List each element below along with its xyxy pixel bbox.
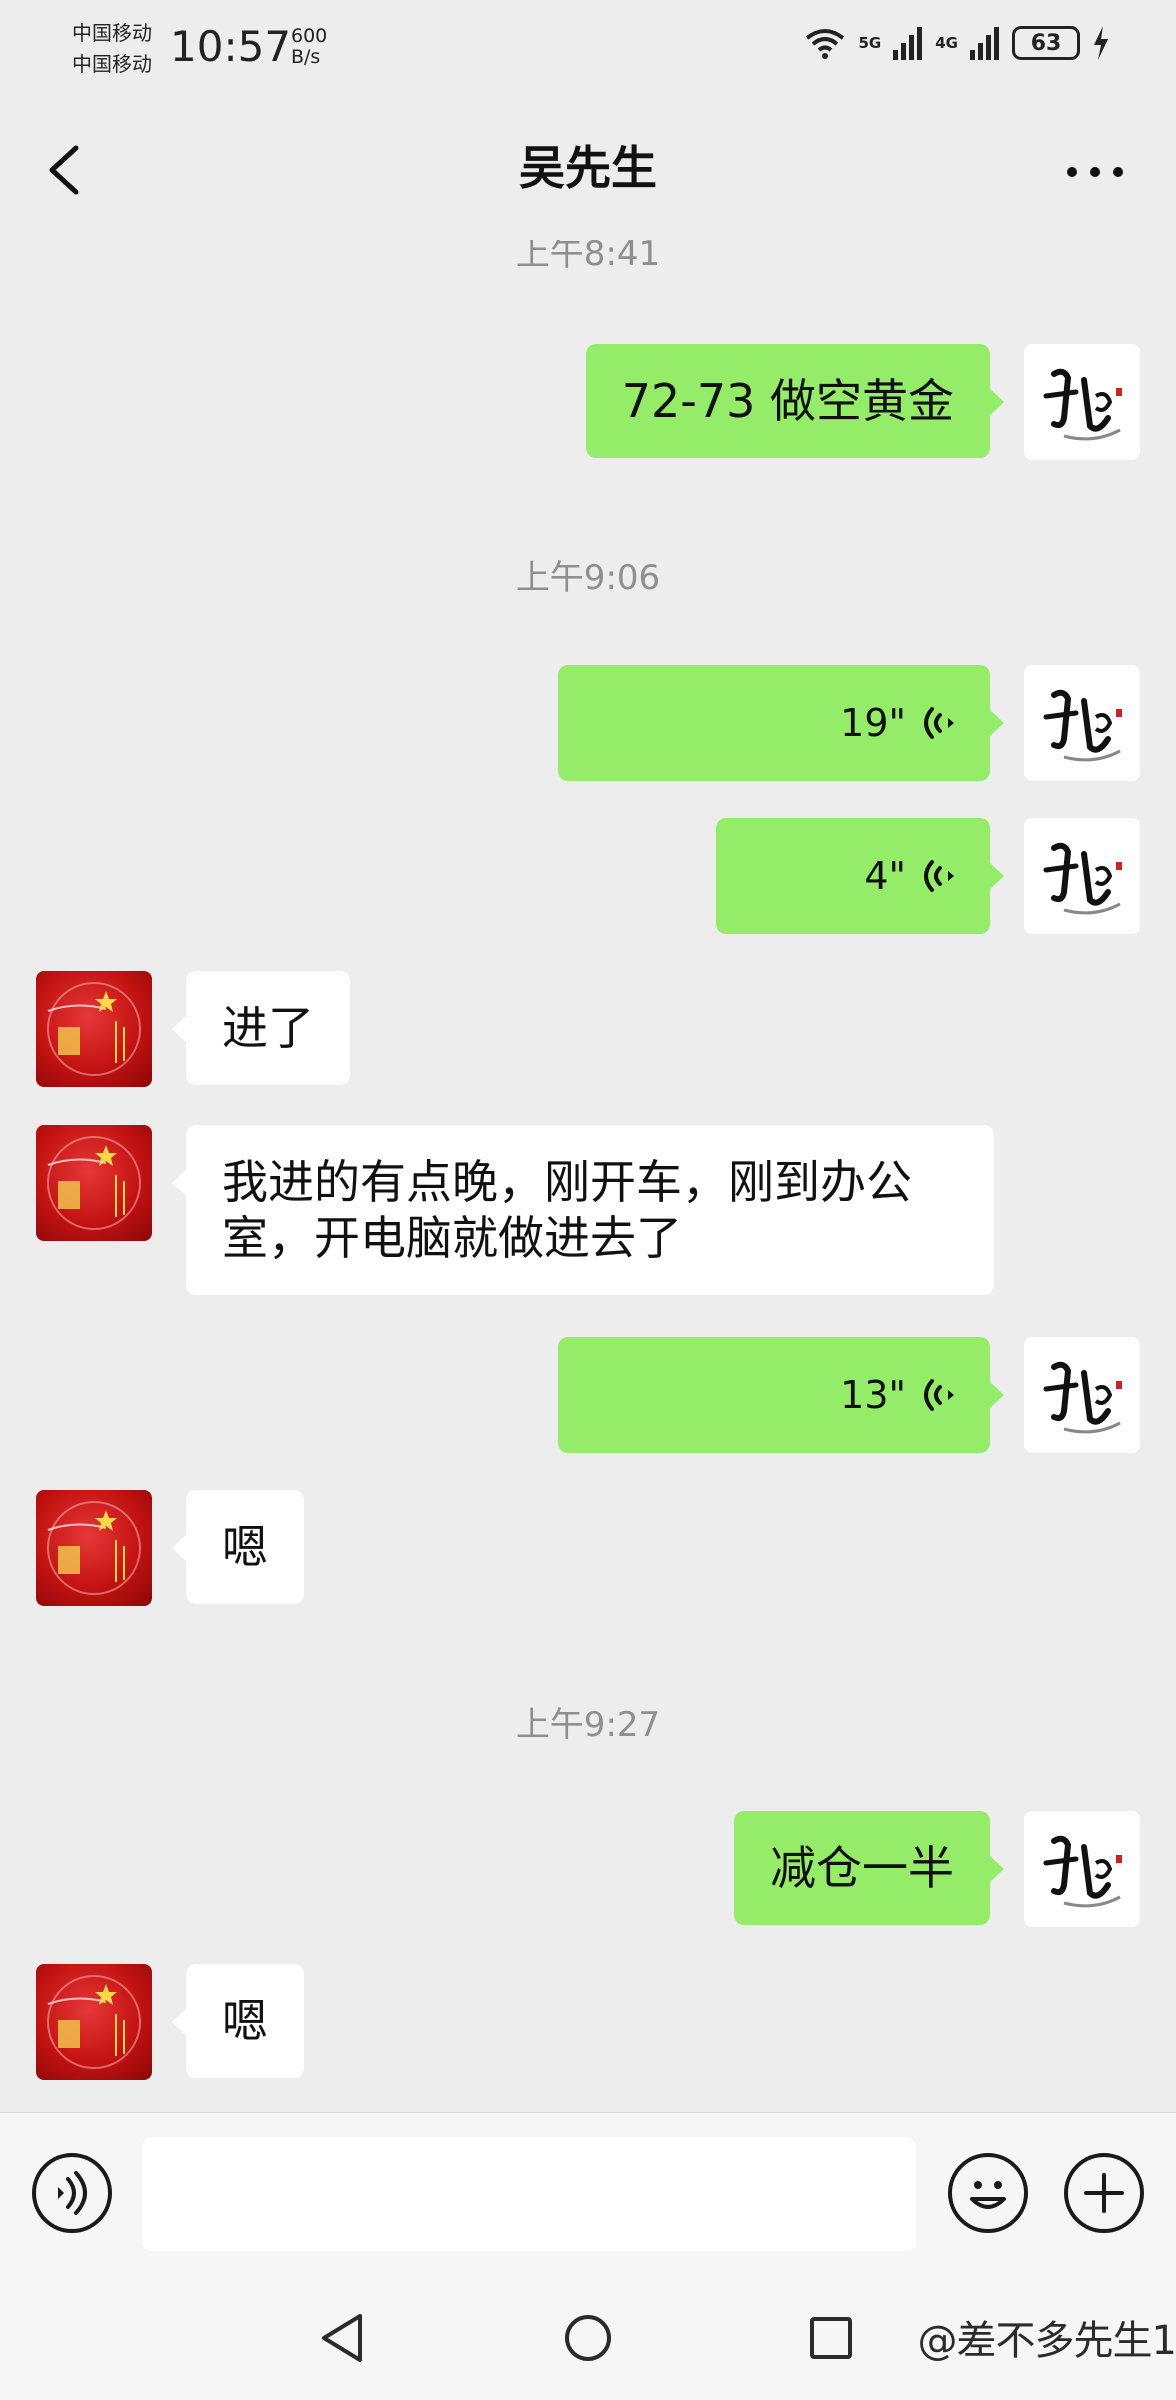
voice-wave-icon: [924, 707, 954, 739]
calligraphy-avatar-icon: [1043, 1835, 1122, 1908]
charging-bolt-icon: [1094, 26, 1108, 60]
net-speed: 600 B/s: [291, 26, 327, 68]
watermark: @差不多先生1: [918, 2308, 1176, 2366]
voice-message-sent[interactable]: 13": [558, 1337, 1004, 1453]
avatar[interactable]: [36, 971, 152, 1087]
status-clock: 10:57: [170, 22, 292, 71]
voice-duration: 4": [864, 854, 906, 898]
watermark-text: @差不多先生1: [917, 2318, 1176, 2364]
voice-mode-icon: [58, 2171, 87, 2215]
calligraphy-avatar-icon: [1043, 368, 1122, 441]
message-bubble-received[interactable]: 嗯: [172, 1964, 304, 2078]
plus-icon: [1084, 2173, 1124, 2213]
system-back-button[interactable]: [316, 2310, 366, 2370]
calligraphy-avatar-icon: [1043, 689, 1122, 762]
net-speed-value: 600: [291, 25, 328, 47]
voice-toggle-button[interactable]: [32, 2153, 112, 2233]
avatar[interactable]: [1024, 665, 1140, 781]
message-bubble-sent[interactable]: 减仓一半: [734, 1811, 1004, 1925]
voice-duration: 19": [840, 701, 906, 745]
calligraphy-avatar-icon: [1043, 842, 1122, 915]
system-home-button[interactable]: [562, 2310, 614, 2370]
message-input[interactable]: [142, 2137, 916, 2251]
triangle-back-icon: [322, 2314, 362, 2362]
message-bubble-received[interactable]: 进了: [172, 971, 350, 1085]
signal-1-label: 5G: [858, 34, 882, 52]
red-emblem-avatar-icon: [47, 982, 141, 1076]
net-speed-unit: B/s: [291, 46, 321, 68]
emoji-button[interactable]: [948, 2153, 1028, 2233]
wifi-icon: [805, 29, 844, 59]
ellipsis-icon: [1067, 167, 1123, 177]
more-options-button[interactable]: [1050, 142, 1140, 202]
system-navigation-bar: @差不多先生1: [0, 2272, 1176, 2400]
status-icons: 5G 4G 63: [803, 26, 1111, 60]
timestamp: 上午9:27: [515, 1705, 661, 1745]
avatar[interactable]: [36, 1964, 152, 2080]
more-actions-button[interactable]: [1064, 2153, 1144, 2233]
signal-bars-icon: [970, 27, 999, 60]
carrier-labels: 中国移动 中国移动: [72, 18, 152, 80]
carrier-label-1: 中国移动: [72, 21, 152, 45]
timestamp: 上午9:06: [515, 558, 661, 598]
avatar[interactable]: [1024, 1811, 1140, 1927]
avatar[interactable]: [1024, 344, 1140, 460]
avatar[interactable]: [36, 1125, 152, 1241]
avatar[interactable]: [1024, 818, 1140, 934]
emoji-icon: [970, 2181, 1006, 2209]
avatar[interactable]: [1024, 1337, 1140, 1453]
square-recents-icon: [810, 2317, 852, 2359]
timestamp: 上午8:41: [515, 240, 661, 274]
red-emblem-avatar-icon: [47, 1501, 141, 1595]
battery-indicator: 63: [1012, 26, 1080, 60]
voice-wave-icon: [924, 860, 954, 892]
message-bubble-sent[interactable]: 72-73 做空黄金: [585, 344, 1005, 458]
input-bar: [0, 2112, 1176, 2272]
red-emblem-avatar-icon: [47, 1975, 141, 2069]
red-emblem-avatar-icon: [47, 1136, 141, 1230]
chat-header: 吴先生: [0, 100, 1176, 240]
voice-message-sent[interactable]: 19": [558, 665, 1004, 781]
signal-2-label: 4G: [935, 34, 958, 52]
system-recents-button[interactable]: [808, 2310, 854, 2370]
voice-message-sent[interactable]: 4": [716, 818, 1004, 934]
voice-duration: 13": [840, 1373, 906, 1417]
message-list[interactable]: 上午8:41 72-73 做空黄金 上午9:06 19" 4" 进了 我进的有点…: [0, 240, 1176, 2112]
signal-bars-icon: [893, 27, 923, 60]
avatar[interactable]: [36, 1490, 152, 1606]
status-bar: 中国移动 中国移动 10:57 600 B/s 5G 4G 63: [0, 0, 1176, 100]
carrier-label-2: 中国移动: [72, 52, 152, 76]
circle-home-icon: [565, 2315, 611, 2361]
message-bubble-received[interactable]: 我进的有点晚，刚开车，刚到办公室，开电脑就做进去了: [172, 1125, 994, 1295]
calligraphy-avatar-icon: [1043, 1361, 1122, 1434]
message-bubble-received[interactable]: 嗯: [172, 1490, 304, 1604]
voice-wave-icon: [924, 1379, 954, 1411]
chat-title: 吴先生: [519, 141, 657, 195]
